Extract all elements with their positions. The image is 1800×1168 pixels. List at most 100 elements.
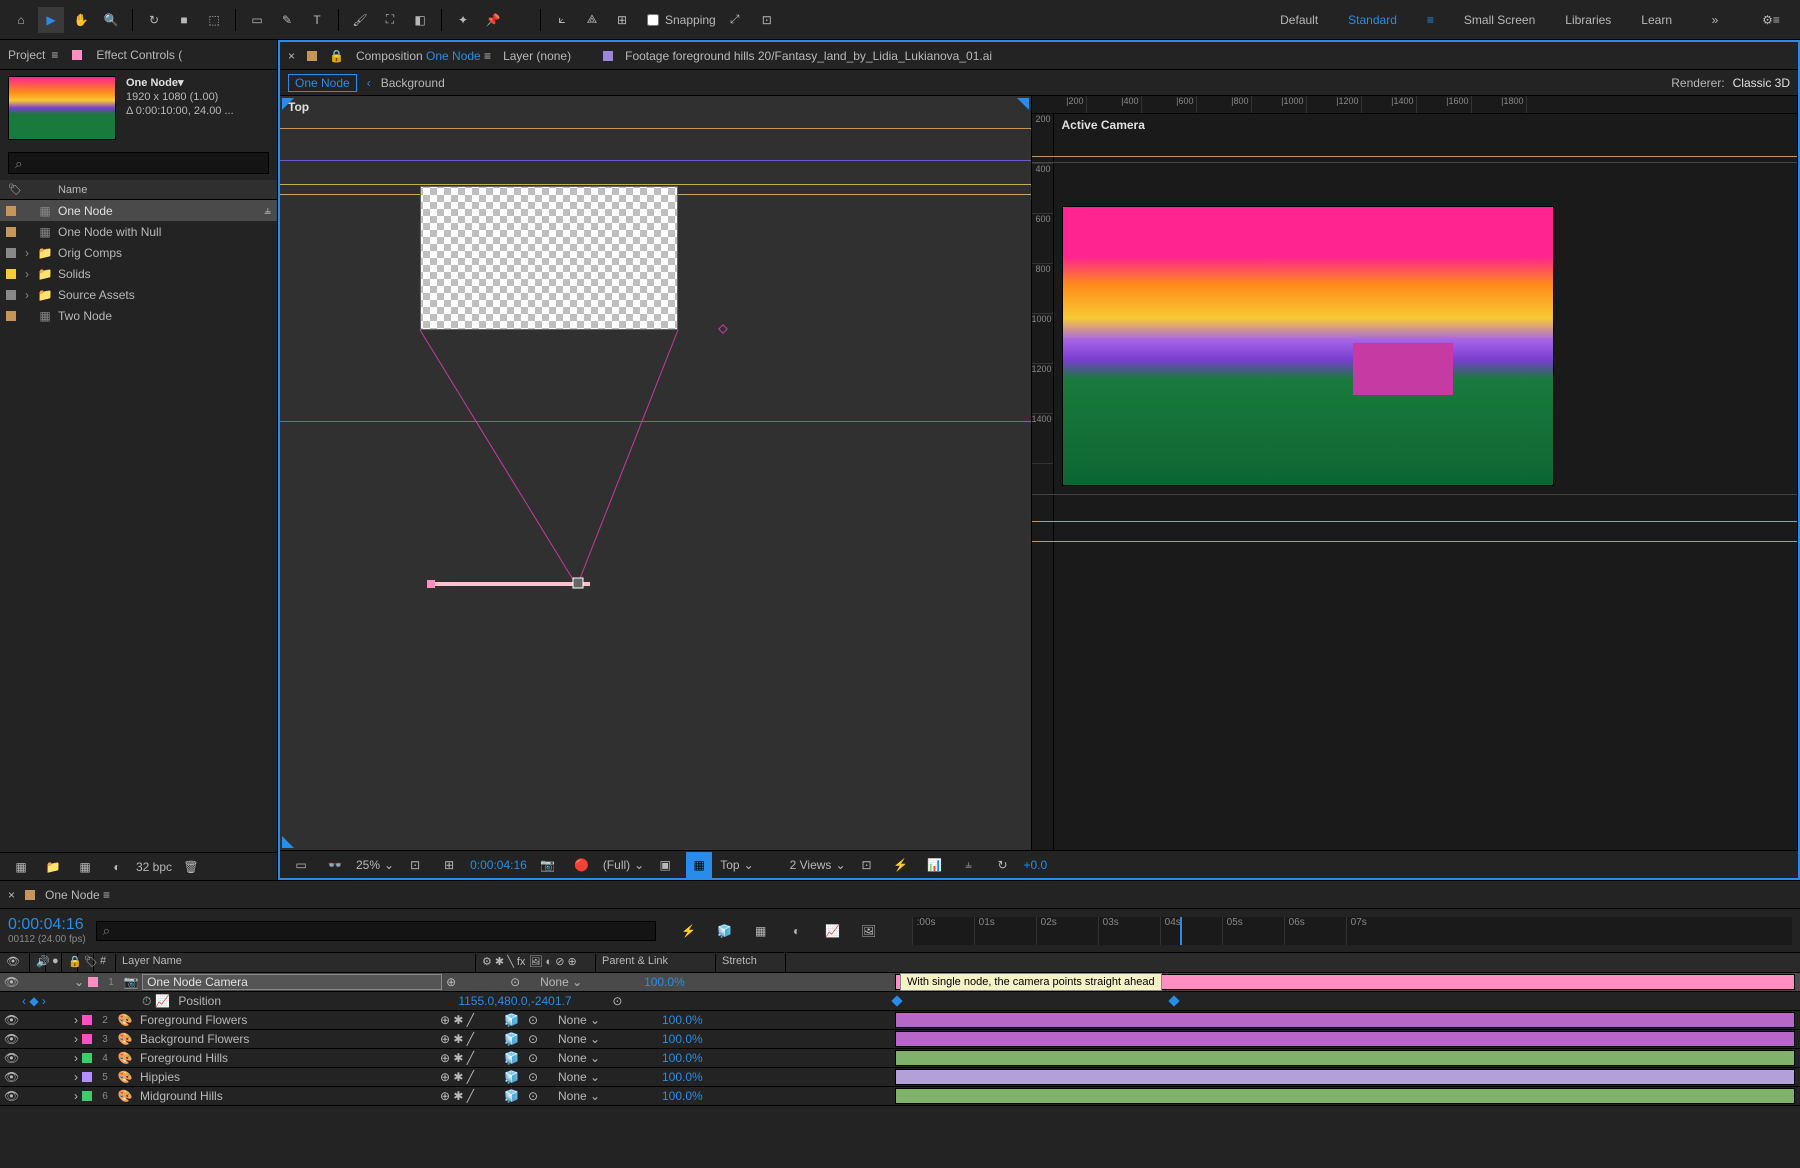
- zoom-dropdown[interactable]: 25% ⌄: [356, 858, 394, 872]
- views-count-dropdown[interactable]: 2 Views ⌄: [790, 858, 846, 872]
- roi-icon[interactable]: ▣: [652, 852, 678, 878]
- grid-icon[interactable]: ⊞: [436, 852, 462, 878]
- motion-blur-icon[interactable]: ◐: [784, 918, 810, 944]
- clone-tool-icon[interactable]: ⛶: [377, 7, 403, 33]
- orbit-icon[interactable]: ↻: [141, 7, 167, 33]
- channel-icon[interactable]: 🔴: [569, 852, 595, 878]
- project-item-source-assets[interactable]: › 📁 Source Assets: [0, 284, 277, 305]
- layer-row-mid-hills[interactable]: 👁› 6 🎨 Midground Hills ⊕ ✱ ╱🧊⊙ None ⌄ 10…: [0, 1087, 1800, 1106]
- breadcrumb-current[interactable]: One Node: [288, 74, 357, 92]
- renderer-dropdown[interactable]: Classic 3D: [1733, 76, 1790, 90]
- current-time[interactable]: 0:00:04:16: [470, 858, 527, 872]
- playhead[interactable]: [1180, 917, 1182, 945]
- hand-tool-icon[interactable]: ✋: [68, 7, 94, 33]
- rectangle-tool-icon[interactable]: ▭: [244, 7, 270, 33]
- name-column[interactable]: Name: [58, 184, 87, 196]
- snap-grid-icon[interactable]: ⊡: [754, 7, 780, 33]
- view-layout-dropdown[interactable]: Top ⌄: [720, 858, 753, 872]
- draft3d-icon[interactable]: 🧊: [712, 918, 738, 944]
- project-item-orig-comps[interactable]: › 📁 Orig Comps: [0, 242, 277, 263]
- text-tool-icon[interactable]: T: [304, 7, 330, 33]
- 3d-view-icon[interactable]: 👓: [322, 852, 348, 878]
- effect-controls-tab[interactable]: Effect Controls (: [96, 48, 182, 62]
- lock-icon[interactable]: 🔒: [329, 49, 344, 63]
- bpc-label[interactable]: 32 bpc: [136, 860, 172, 874]
- flowchart-btn-icon[interactable]: ⫨: [956, 852, 982, 878]
- workspace-learn[interactable]: Learn: [1641, 13, 1672, 27]
- timeline-tab[interactable]: One Node ≡: [45, 888, 110, 902]
- footage-tab[interactable]: Footage foreground hills 20/Fantasy_land…: [625, 49, 992, 63]
- render-queue-icon[interactable]: 🖼: [856, 918, 882, 944]
- brush-tool-icon[interactable]: 🖌: [347, 7, 373, 33]
- eraser-tool-icon[interactable]: ◧: [407, 7, 433, 33]
- workspace-menu-icon[interactable]: ≡: [1427, 13, 1434, 27]
- layer-tab[interactable]: Layer (none): [503, 49, 571, 63]
- puppet-tool-icon[interactable]: 📌: [480, 7, 506, 33]
- time-ruler[interactable]: :00s 01s 02s 03s 04s 05s 06s 07s: [912, 917, 1792, 945]
- view-options-icon[interactable]: ⊡: [854, 852, 880, 878]
- overflow-icon[interactable]: »: [1702, 7, 1728, 33]
- layer-row-bg-flowers[interactable]: 👁› 3 🎨 Background Flowers ⊕ ✱ ╱🧊⊙ None ⌄…: [0, 1030, 1800, 1049]
- bpc-icon[interactable]: ◐: [104, 854, 130, 880]
- current-time-display[interactable]: 0:00:04:16: [8, 916, 86, 934]
- project-item-solids[interactable]: › 📁 Solids: [0, 263, 277, 284]
- workspace-small[interactable]: Small Screen: [1464, 13, 1535, 27]
- property-row-position[interactable]: ‹ ◆ › ⏱ 📈 Position 1155.0,480.0,-2401.7 …: [0, 992, 1800, 1011]
- world-axis-icon[interactable]: ⟁: [579, 7, 605, 33]
- exposure-value[interactable]: +0.0: [1024, 858, 1048, 872]
- layer-row-camera[interactable]: 👁 ⌄ 1 📷 One Node Camera ⊕ ⊙ None ⌄ 100.0…: [0, 973, 1800, 992]
- resolution-dropdown[interactable]: (Full) ⌄: [603, 858, 644, 872]
- camera-tool-icon[interactable]: ■: [171, 7, 197, 33]
- viewport-active-camera[interactable]: |200|400|600|800|1000|1200|1400|1600|180…: [1032, 96, 1799, 850]
- viewport-top[interactable]: Top: [280, 96, 1032, 850]
- fast-preview-icon[interactable]: ⚡: [888, 852, 914, 878]
- stopwatch-icon[interactable]: ⏱: [142, 994, 151, 1009]
- transparency-icon[interactable]: ▦: [686, 852, 712, 878]
- workspace-standard[interactable]: Standard: [1348, 13, 1397, 27]
- position-value[interactable]: 1155.0,480.0,-2401.7: [458, 994, 608, 1008]
- zoom-tool-icon[interactable]: 🔍: [98, 7, 124, 33]
- safe-zones-icon[interactable]: ⊡: [402, 852, 428, 878]
- new-folder-icon[interactable]: 📁: [40, 854, 66, 880]
- new-comp-icon[interactable]: ▦: [72, 854, 98, 880]
- label-col-icon[interactable]: 🏷: [8, 183, 22, 196]
- project-search-input[interactable]: [8, 152, 269, 174]
- project-item-two-node[interactable]: ▦ Two Node: [0, 305, 277, 326]
- view-axis-icon[interactable]: ⊞: [609, 7, 635, 33]
- snap-option-icon[interactable]: ⤢: [722, 7, 748, 33]
- breadcrumb-parent[interactable]: Background: [381, 76, 445, 90]
- snapping-toggle[interactable]: Snapping ⤢ ⊡: [647, 7, 780, 33]
- rotobrush-icon[interactable]: ✦: [450, 7, 476, 33]
- comp-thumbnail[interactable]: [8, 76, 116, 140]
- shy-icon[interactable]: ⚡: [676, 918, 702, 944]
- trash-icon[interactable]: 🗑: [178, 854, 204, 880]
- project-item-one-node-null[interactable]: ▦ One Node with Null: [0, 221, 277, 242]
- graph-editor-icon[interactable]: 📈: [820, 918, 846, 944]
- timeline-icon[interactable]: 📊: [922, 852, 948, 878]
- graph-icon[interactable]: 📈: [155, 994, 170, 1008]
- pan-behind-icon[interactable]: ⬚: [201, 7, 227, 33]
- keyframe[interactable]: [891, 995, 902, 1006]
- settings-icon[interactable]: ⚙≡: [1758, 7, 1784, 33]
- comp-canvas[interactable]: [420, 186, 678, 330]
- mask-icon[interactable]: ▭: [288, 852, 314, 878]
- layer-row-fg-hills[interactable]: 👁› 4 🎨 Foreground Hills ⊕ ✱ ╱🧊⊙ None ⌄ 1…: [0, 1049, 1800, 1068]
- snapping-checkbox[interactable]: [647, 14, 659, 26]
- selection-tool-icon[interactable]: ▶: [38, 7, 64, 33]
- home-icon[interactable]: ⌂: [8, 7, 34, 33]
- composition-tab[interactable]: Composition One Node ≡: [356, 49, 491, 63]
- interpret-icon[interactable]: ▦: [8, 854, 34, 880]
- layer-row-fg-flowers[interactable]: 👁› 2 🎨 Foreground Flowers ⊕ ✱ ╱🧊⊙ None ⌄…: [0, 1011, 1800, 1030]
- local-axis-icon[interactable]: ⟀: [549, 7, 575, 33]
- workspace-default[interactable]: Default: [1280, 13, 1318, 27]
- flowchart-icon[interactable]: ⫨: [264, 203, 271, 218]
- reset-exposure-icon[interactable]: ↻: [990, 852, 1016, 878]
- snapshot-icon[interactable]: 📷: [535, 852, 561, 878]
- keyframe[interactable]: [1168, 995, 1179, 1006]
- project-item-one-node[interactable]: ▦ One Node ⫨: [0, 200, 277, 221]
- timeline-search-input[interactable]: [96, 921, 656, 941]
- project-tab[interactable]: Project≡: [8, 48, 58, 62]
- pen-tool-icon[interactable]: ✎: [274, 7, 300, 33]
- layer-row-hippies[interactable]: 👁› 5 🎨 Hippies ⊕ ✱ ╱🧊⊙ None ⌄ 100.0%: [0, 1068, 1800, 1087]
- workspace-libraries[interactable]: Libraries: [1565, 13, 1611, 27]
